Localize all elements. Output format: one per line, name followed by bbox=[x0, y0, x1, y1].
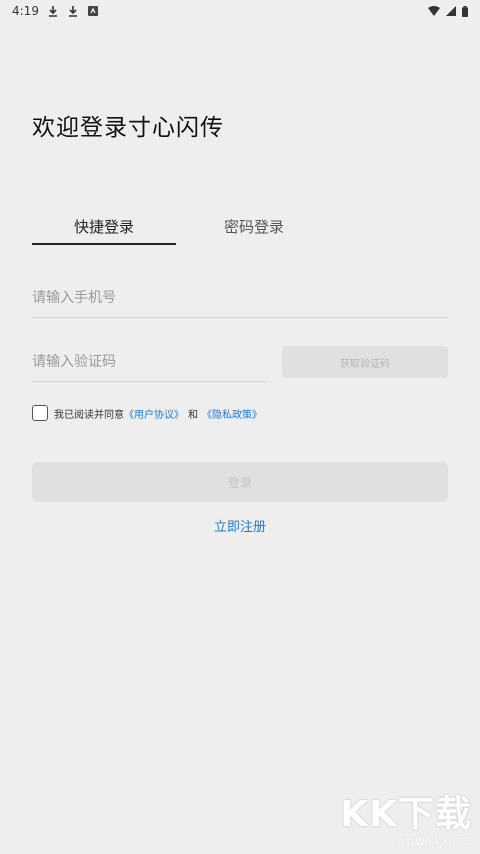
watermark: KK下载 www.kkx.net bbox=[340, 794, 472, 849]
wifi-icon bbox=[428, 6, 440, 16]
privacy-policy-link[interactable]: 《隐私政策》 bbox=[202, 406, 262, 421]
signal-icon bbox=[446, 6, 456, 16]
agreement-prefix: 我已阅读并同意 bbox=[54, 409, 124, 421]
battery-icon bbox=[462, 5, 468, 17]
app-icon bbox=[87, 5, 99, 17]
login-tabs: 快捷登录 密码登录 bbox=[32, 206, 448, 246]
get-code-button[interactable]: 获取验证码 bbox=[282, 346, 448, 378]
agreement-row: 我已阅读并同意 《用户协议》 和 《隐私政策》 bbox=[32, 404, 262, 422]
active-tab-indicator bbox=[32, 243, 176, 245]
status-right bbox=[428, 5, 468, 17]
phone-field-wrapper bbox=[32, 278, 448, 318]
status-time: 4:19 bbox=[12, 4, 39, 18]
watermark-url: www.kkx.net bbox=[395, 834, 472, 848]
status-left: 4:19 bbox=[12, 4, 99, 18]
download-icon bbox=[47, 5, 59, 17]
register-link[interactable]: 立即注册 bbox=[0, 516, 480, 535]
status-bar: 4:19 bbox=[0, 0, 480, 22]
download-icon bbox=[67, 5, 79, 17]
login-button[interactable]: 登录 bbox=[32, 462, 448, 502]
verification-code-input[interactable] bbox=[32, 342, 266, 381]
page-title: 欢迎登录寸心闪传 bbox=[32, 115, 224, 141]
tab-password-login[interactable]: 密码登录 bbox=[182, 206, 326, 246]
tab-quick-login[interactable]: 快捷登录 bbox=[32, 206, 176, 246]
agreement-checkbox[interactable] bbox=[32, 405, 48, 421]
agreement-and: 和 bbox=[188, 409, 198, 421]
phone-input[interactable] bbox=[32, 278, 448, 317]
code-field-wrapper bbox=[32, 342, 266, 382]
watermark-main: KK下载 bbox=[340, 794, 472, 835]
user-agreement-link[interactable]: 《用户协议》 bbox=[124, 406, 184, 421]
